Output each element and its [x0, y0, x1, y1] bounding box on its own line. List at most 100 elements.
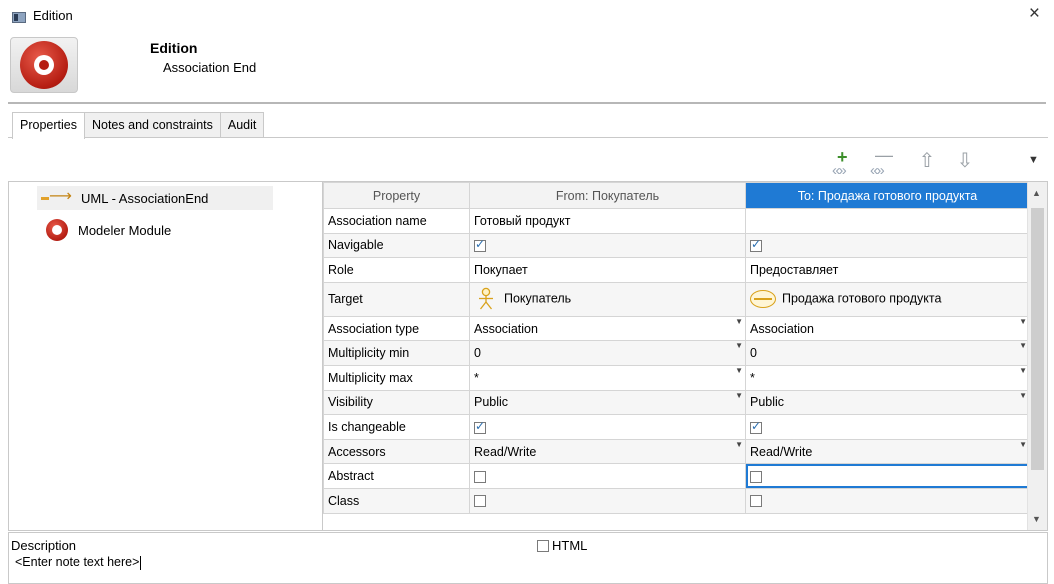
modeler-module-icon [46, 219, 68, 241]
grid-scrollbar[interactable]: ▲ ▼ [1027, 182, 1047, 530]
property-label: Role [323, 257, 470, 283]
title-bar: Edition × [0, 0, 1054, 30]
multiplicity-max-from-select[interactable]: * ▼ [469, 364, 746, 391]
table-row: Abstract [323, 463, 1030, 489]
is-changeable-from-checkbox[interactable] [474, 419, 486, 434]
property-grid: Property From: Покупатель To: Продажа го… [322, 181, 1048, 531]
table-row: Association type Association ▼ Associatio… [323, 315, 1030, 342]
dropdown-arrow-icon: ▼ [1019, 439, 1027, 449]
role-from-field[interactable]: Покупает [469, 257, 746, 283]
target-to-cell[interactable]: Продажа готового продукта [745, 281, 1030, 317]
table-row: Multiplicity min 0 ▼ 0 ▼ [323, 340, 1030, 366]
association-name-from-field[interactable]: Готовый продукт [469, 208, 746, 234]
property-label: Multiplicity max [323, 364, 470, 391]
window-title: Edition [33, 8, 73, 23]
column-header-property[interactable]: Property [323, 182, 470, 209]
accessors-from-select[interactable]: Read/Write ▼ [469, 438, 746, 465]
property-label: Association type [323, 315, 470, 342]
tab-bar: Properties Notes and constraints Audit [12, 112, 265, 139]
abstract-from-checkbox[interactable] [474, 470, 486, 483]
html-label: HTML [552, 538, 588, 553]
multiplicity-max-to-select[interactable]: * ▼ [745, 364, 1030, 391]
tree-item-label: UML - AssociationEnd [81, 190, 209, 206]
dropdown-arrow-icon: ▼ [735, 390, 743, 400]
table-row: Target Покупатель Продажа готового проду… [323, 281, 1030, 317]
header-divider [8, 102, 1046, 104]
description-panel: Description HTML <Enter note text here> [8, 532, 1048, 584]
dropdown-arrow-icon: ▼ [1019, 365, 1027, 375]
association-name-to-field[interactable] [745, 208, 1030, 234]
header-subtitle: Association End [163, 60, 257, 75]
dropdown-arrow-icon: ▼ [735, 365, 743, 375]
dropdown-arrow-icon: ▼ [1019, 316, 1027, 326]
table-row: Role Покупает Предоставляет [323, 257, 1030, 283]
tree-item-uml-associationend[interactable]: UML - AssociationEnd [37, 186, 273, 210]
dropdown-arrow-icon: ▼ [735, 439, 743, 449]
tree-item-modeler-module[interactable]: Modeler Module [37, 219, 172, 241]
modelio-logo [10, 37, 78, 93]
dropdown-arrow-icon: ▼ [735, 316, 743, 326]
association-end-arrow-icon [41, 186, 75, 206]
property-label: Is changeable [323, 414, 470, 440]
table-row: Is changeable [323, 414, 1030, 440]
property-label: Abstract [323, 463, 470, 489]
visibility-from-select[interactable]: Public ▼ [469, 389, 746, 416]
table-row: Multiplicity max * ▼ * ▼ [323, 364, 1030, 391]
abstract-to-checkbox[interactable] [750, 470, 762, 483]
visibility-to-select[interactable]: Public ▼ [745, 389, 1030, 416]
add-column-icon[interactable]: + «» [828, 146, 858, 179]
close-icon[interactable]: × [1029, 4, 1040, 24]
property-label: Target [323, 281, 470, 317]
dropdown-arrow-icon: ▼ [735, 341, 743, 351]
tab-audit[interactable]: Audit [219, 112, 265, 138]
association-type-from-select[interactable]: Association ▼ [469, 315, 746, 342]
grid-toolbar: + «» — «» ⇧ ⇩ ▼ [828, 145, 1048, 180]
tab-notes-and-constraints[interactable]: Notes and constraints [83, 112, 221, 138]
html-option[interactable]: HTML [537, 538, 587, 553]
column-header-from[interactable]: From: Покупатель [469, 182, 746, 209]
dropdown-arrow-icon: ▼ [1019, 341, 1027, 351]
table-row: Accessors Read/Write ▼ Read/Write ▼ [323, 438, 1030, 465]
multiplicity-min-from-select[interactable]: 0 ▼ [469, 340, 746, 366]
property-label: Navigable [323, 232, 470, 259]
multiplicity-min-to-select[interactable]: 0 ▼ [745, 340, 1030, 366]
tab-divider [8, 137, 1048, 138]
scroll-thumb[interactable] [1031, 208, 1044, 470]
remove-column-icon[interactable]: — «» [866, 145, 896, 179]
target-to-label: Продажа готового продукта [782, 291, 942, 306]
is-changeable-to-checkbox[interactable] [750, 419, 762, 434]
actor-icon [479, 288, 493, 310]
tree-item-label: Modeler Module [78, 222, 172, 238]
target-from-cell[interactable]: Покупатель [469, 281, 746, 317]
dialog-header: Edition Association End [0, 30, 1054, 102]
tab-properties[interactable]: Properties [12, 112, 85, 139]
element-tree: UML - AssociationEnd Modeler Module [8, 181, 322, 531]
table-row: Navigable [323, 232, 1030, 259]
dropdown-arrow-icon: ▼ [1019, 390, 1027, 400]
move-down-icon[interactable]: ⇩ [950, 146, 980, 178]
property-label: Accessors [323, 438, 470, 465]
description-label: Description [11, 538, 77, 553]
header-title: Edition [150, 40, 198, 56]
window-icon [12, 12, 26, 23]
class-to-checkbox[interactable] [750, 495, 762, 508]
move-up-icon[interactable]: ⇧ [912, 146, 942, 178]
class-from-checkbox[interactable] [474, 495, 486, 508]
use-case-icon [750, 290, 776, 309]
table-row: Class [323, 487, 1030, 514]
column-header-to[interactable]: To: Продажа готового продукта [745, 182, 1030, 209]
association-type-to-select[interactable]: Association ▼ [745, 315, 1030, 342]
table-row: Visibility Public ▼ Public ▼ [323, 389, 1030, 416]
accessors-to-select[interactable]: Read/Write ▼ [745, 438, 1030, 465]
property-label: Visibility [323, 389, 470, 416]
target-from-label: Покупатель [504, 291, 572, 306]
role-to-field[interactable]: Предоставляет [745, 257, 1030, 283]
navigable-to-checkbox[interactable] [750, 237, 762, 253]
property-label: Multiplicity min [323, 340, 470, 366]
scroll-up-icon[interactable]: ▲ [1032, 188, 1041, 198]
note-text-area[interactable]: <Enter note text here> [15, 555, 142, 570]
navigable-from-checkbox[interactable] [474, 237, 486, 253]
html-checkbox[interactable] [537, 539, 549, 552]
scroll-down-icon[interactable]: ▼ [1032, 514, 1041, 524]
view-menu-chevron-down-icon[interactable]: ▼ [1028, 154, 1039, 166]
